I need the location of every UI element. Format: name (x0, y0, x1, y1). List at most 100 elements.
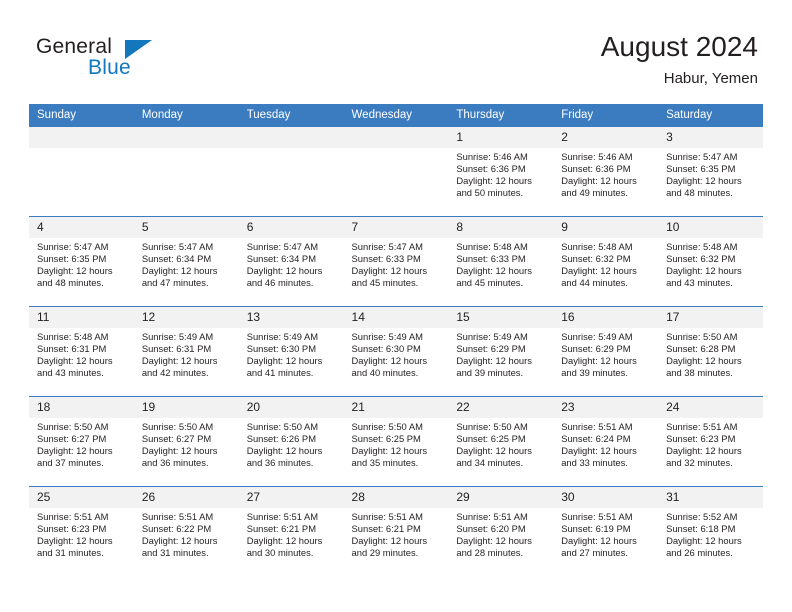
calendar-page: General Blue August 2024 Habur, Yemen Su… (0, 0, 792, 612)
calendar-day-cell[interactable]: 25 Sunrise: 5:51 AM Sunset: 6:23 PM Dayligh… (29, 486, 134, 577)
daylight-text: and 39 minutes. (456, 367, 524, 379)
daylight-text: Daylight: 12 hours (666, 355, 742, 367)
day-number: 28 (343, 487, 449, 508)
day-number: 27 (238, 487, 344, 508)
sunset-text: Sunset: 6:33 PM (351, 253, 421, 265)
daylight-text: and 34 minutes. (456, 457, 524, 469)
sunrise-text: Sunrise: 5:47 AM (246, 241, 319, 252)
calendar-day-cell[interactable]: 3 Sunrise: 5:47 AM Sunset: 6:35 PM Daylight… (658, 126, 763, 217)
daylight-text: Daylight: 12 hours (141, 265, 218, 277)
day-details: Sunrise: 5:48 AM Sunset: 6:31 PM Daylight:… (29, 328, 134, 379)
day-details: Sunrise: 5:49 AM Sunset: 6:29 PM Daylight:… (553, 328, 658, 379)
calendar-day-cell[interactable]: 17 Sunrise: 5:50 AM Sunset: 6:28 PM Dayligh… (658, 306, 763, 397)
day-number: 19 (133, 397, 239, 418)
calendar-day-cell[interactable]: 13 Sunrise: 5:49 AM Sunset: 6:30 PM Dayligh… (238, 306, 344, 397)
day-number: 7 (343, 217, 449, 238)
calendar-day-cell[interactable]: 8 Sunrise: 5:48 AM Sunset: 6:33 PM Daylight… (448, 216, 554, 307)
calendar-day-cell[interactable]: 15 Sunrise: 5:49 AM Sunset: 6:29 PM Dayligh… (448, 306, 554, 397)
day-number: 11 (29, 307, 134, 328)
day-details: Sunrise: 5:50 AM Sunset: 6:25 PM Daylight:… (344, 418, 449, 469)
day-number: 2 (553, 127, 659, 148)
day-details: Sunrise: 5:49 AM Sunset: 6:29 PM Daylight:… (448, 328, 553, 379)
sunset-text: Sunset: 6:22 PM (141, 523, 212, 535)
day-details (134, 148, 239, 151)
calendar-day-cell[interactable]: 18 Sunrise: 5:50 AM Sunset: 6:27 PM Dayligh… (29, 396, 134, 487)
sunrise-text: Sunrise: 5:49 AM (351, 331, 423, 342)
daylight-text: and 43 minutes. (666, 277, 733, 289)
day-number: 21 (343, 397, 449, 418)
calendar-day-cell[interactable]: 23 Sunrise: 5:51 AM Sunset: 6:24 PM Dayligh… (553, 396, 659, 487)
page-subtitle-location: Habur, Yemen (663, 70, 758, 87)
sunset-text: Sunset: 6:30 PM (246, 343, 316, 355)
day-details: Sunrise: 5:50 AM Sunset: 6:25 PM Daylight:… (448, 418, 553, 469)
calendar-day-cell[interactable]: 6 Sunrise: 5:47 AM Sunset: 6:34 PM Daylight… (238, 216, 344, 307)
weekday-header-row: Sunday Monday Tuesday Wednesday Thursday… (29, 104, 763, 127)
daylight-text: Daylight: 12 hours (351, 535, 428, 547)
calendar-day-cell[interactable]: 1 Sunrise: 5:46 AM Sunset: 6:36 PM Daylight… (448, 126, 554, 217)
calendar-day-cell[interactable]: 7 Sunrise: 5:47 AM Sunset: 6:33 PM Daylight… (343, 216, 449, 307)
sunset-text: Sunset: 6:34 PM (246, 253, 316, 265)
daylight-text: Daylight: 12 hours (37, 445, 113, 457)
daylight-text: and 28 minutes. (456, 547, 524, 559)
daylight-text: Daylight: 12 hours (37, 535, 113, 547)
day-details: Sunrise: 5:47 AM Sunset: 6:35 PM Daylight:… (658, 148, 763, 199)
calendar-day-cell[interactable]: 21 Sunrise: 5:50 AM Sunset: 6:25 PM Dayligh… (343, 396, 449, 487)
day-details: Sunrise: 5:50 AM Sunset: 6:28 PM Daylight:… (658, 328, 763, 379)
calendar-day-cell[interactable]: 11 Sunrise: 5:48 AM Sunset: 6:31 PM Dayligh… (29, 306, 134, 397)
weekday-header-tuesday: Tuesday (238, 104, 344, 127)
calendar-day-cell[interactable]: 9 Sunrise: 5:48 AM Sunset: 6:32 PM Daylight… (553, 216, 659, 307)
calendar-day-cell[interactable]: 5 Sunrise: 5:47 AM Sunset: 6:34 PM Daylight… (133, 216, 239, 307)
day-number (238, 127, 344, 148)
day-details: Sunrise: 5:47 AM Sunset: 6:33 PM Daylight:… (344, 238, 449, 289)
calendar-day-cell[interactable]: 4 Sunrise: 5:47 AM Sunset: 6:35 PM Daylight… (29, 216, 134, 307)
sunset-text: Sunset: 6:25 PM (351, 433, 421, 445)
sunrise-text: Sunrise: 5:49 AM (561, 331, 633, 342)
daylight-text: and 42 minutes. (141, 367, 209, 379)
daylight-text: and 38 minutes. (666, 367, 733, 379)
calendar-day-cell[interactable]: 31 Sunrise: 5:52 AM Sunset: 6:18 PM Dayligh… (658, 486, 763, 577)
calendar-day-cell[interactable]: 30 Sunrise: 5:51 AM Sunset: 6:19 PM Dayligh… (553, 486, 659, 577)
sunrise-text: Sunrise: 5:51 AM (561, 421, 633, 432)
daylight-text: Daylight: 12 hours (666, 265, 742, 277)
sunset-text: Sunset: 6:34 PM (141, 253, 212, 265)
calendar-day-cell-empty (29, 126, 134, 217)
sunrise-text: Sunrise: 5:51 AM (246, 511, 319, 522)
day-details (239, 148, 344, 151)
daylight-text: and 45 minutes. (351, 277, 419, 289)
calendar-day-cell[interactable]: 24 Sunrise: 5:51 AM Sunset: 6:23 PM Dayligh… (658, 396, 763, 487)
day-details: Sunrise: 5:48 AM Sunset: 6:33 PM Daylight:… (448, 238, 553, 289)
calendar-day-cell[interactable]: 10 Sunrise: 5:48 AM Sunset: 6:32 PM Dayligh… (658, 216, 763, 307)
calendar-day-cell[interactable]: 28 Sunrise: 5:51 AM Sunset: 6:21 PM Dayligh… (343, 486, 449, 577)
calendar-day-cell[interactable]: 2 Sunrise: 5:46 AM Sunset: 6:36 PM Daylight… (553, 126, 659, 217)
day-number: 16 (553, 307, 659, 328)
daylight-text: Daylight: 12 hours (666, 175, 742, 187)
calendar-day-cell[interactable]: 27 Sunrise: 5:51 AM Sunset: 6:21 PM Dayligh… (238, 486, 344, 577)
daylight-text: and 47 minutes. (141, 277, 209, 289)
page-title: August 2024 (600, 31, 758, 62)
sunset-text: Sunset: 6:19 PM (561, 523, 631, 535)
sunset-text: Sunset: 6:26 PM (246, 433, 316, 445)
day-number: 18 (29, 397, 134, 418)
daylight-text: Daylight: 12 hours (561, 265, 637, 277)
calendar-day-cell[interactable]: 19 Sunrise: 5:50 AM Sunset: 6:27 PM Dayligh… (133, 396, 239, 487)
day-number: 8 (448, 217, 554, 238)
calendar-day-cell[interactable]: 14 Sunrise: 5:49 AM Sunset: 6:30 PM Dayligh… (343, 306, 449, 397)
day-number: 13 (238, 307, 344, 328)
calendar-day-cell[interactable]: 29 Sunrise: 5:51 AM Sunset: 6:20 PM Dayligh… (448, 486, 554, 577)
general-blue-logo[interactable]: General Blue (36, 35, 236, 83)
daylight-text: and 31 minutes. (141, 547, 209, 559)
day-number: 25 (29, 487, 134, 508)
calendar-day-cell[interactable]: 16 Sunrise: 5:49 AM Sunset: 6:29 PM Dayligh… (553, 306, 659, 397)
day-details: Sunrise: 5:48 AM Sunset: 6:32 PM Daylight:… (658, 238, 763, 289)
calendar-day-cell[interactable]: 12 Sunrise: 5:49 AM Sunset: 6:31 PM Dayligh… (133, 306, 239, 397)
sunrise-text: Sunrise: 5:49 AM (141, 331, 214, 342)
calendar-day-cell[interactable]: 22 Sunrise: 5:50 AM Sunset: 6:25 PM Dayligh… (448, 396, 554, 487)
day-number: 14 (343, 307, 449, 328)
calendar-day-cell[interactable]: 20 Sunrise: 5:50 AM Sunset: 6:26 PM Dayligh… (238, 396, 344, 487)
calendar-day-cell[interactable]: 26 Sunrise: 5:51 AM Sunset: 6:22 PM Dayligh… (133, 486, 239, 577)
daylight-text: Daylight: 12 hours (561, 355, 637, 367)
sunrise-text: Sunrise: 5:50 AM (246, 421, 319, 432)
daylight-text: and 48 minutes. (666, 187, 733, 199)
sunrise-text: Sunrise: 5:46 AM (561, 151, 633, 162)
sunset-text: Sunset: 6:21 PM (351, 523, 421, 535)
